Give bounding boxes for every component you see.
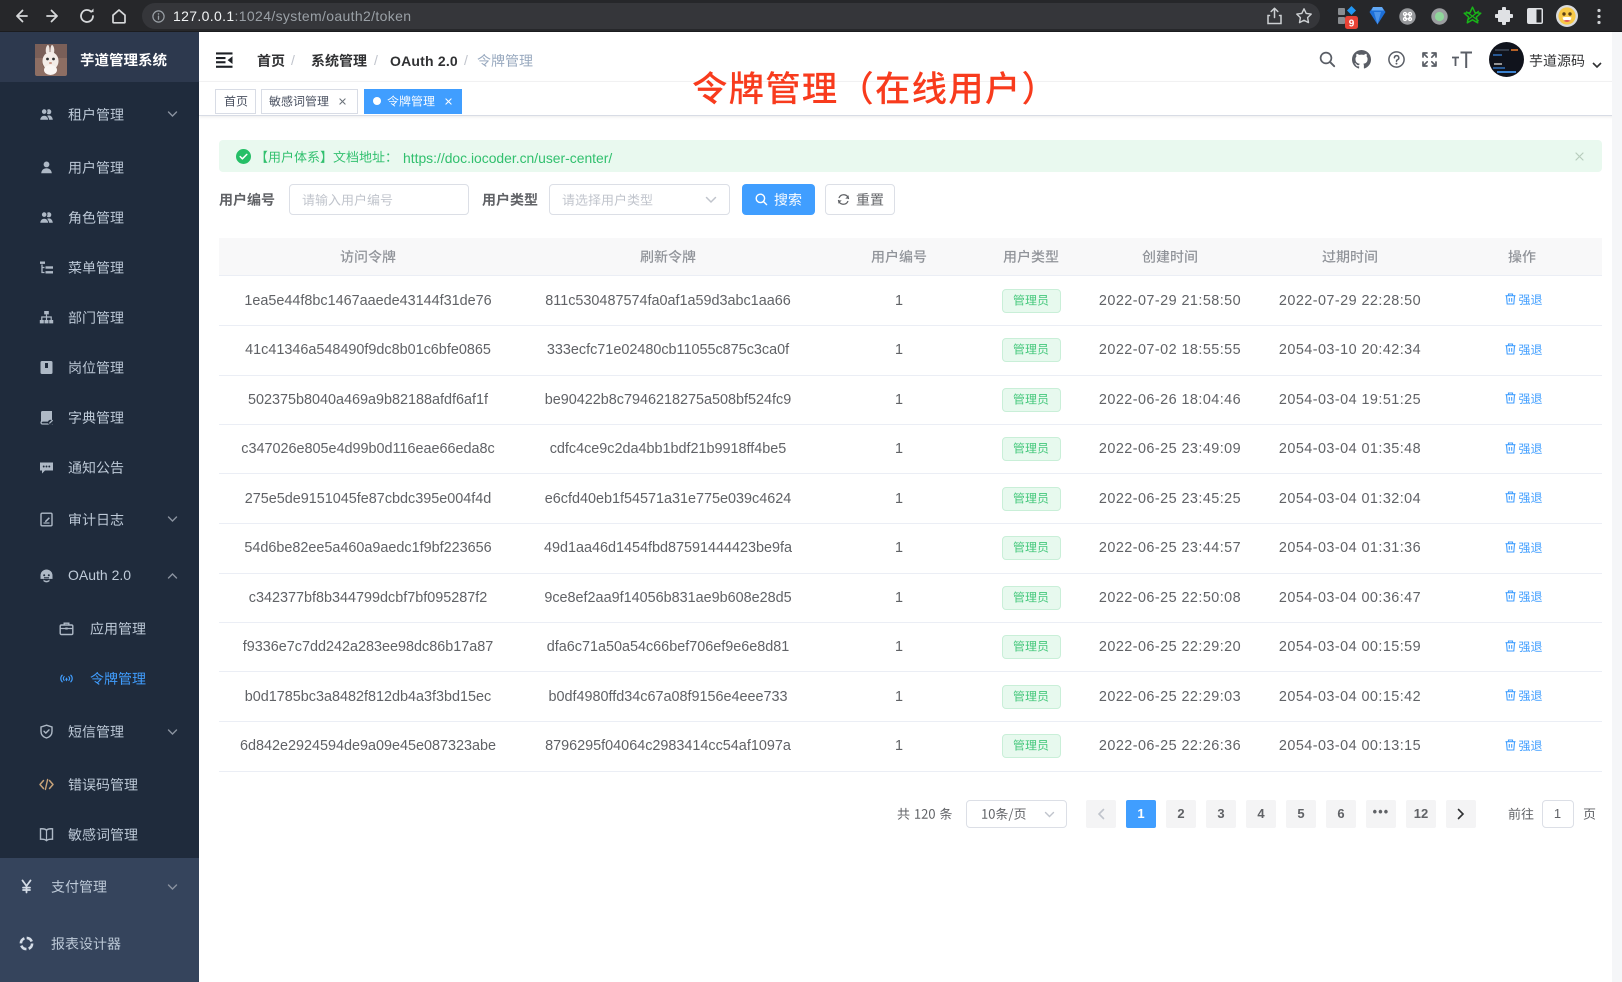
svg-text:9: 9	[1349, 19, 1355, 30]
